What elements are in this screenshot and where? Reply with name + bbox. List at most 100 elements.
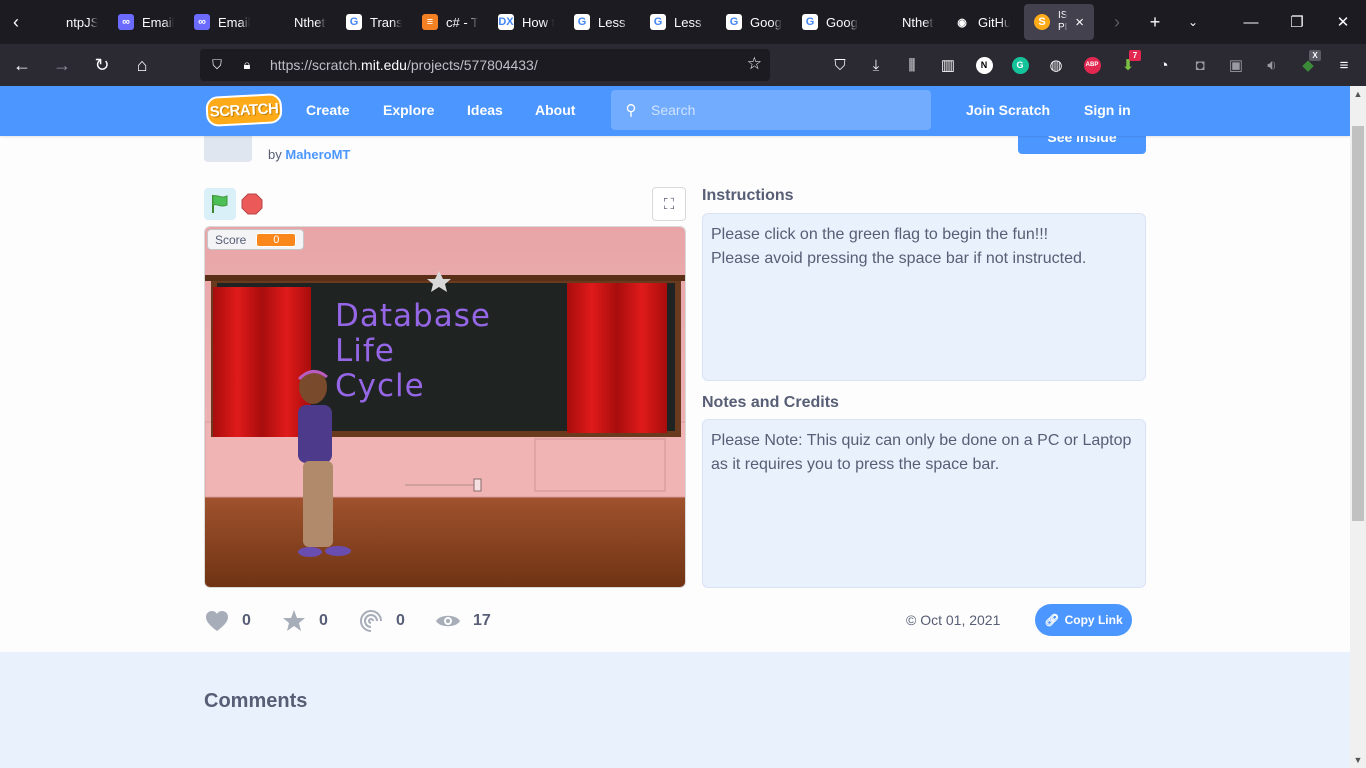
browser-tab[interactable]: Ntheteleło bbox=[868, 0, 944, 44]
join-scratch-link[interactable]: Join Scratch bbox=[966, 102, 1050, 118]
robot-extension-icon[interactable]: ◘ bbox=[1182, 44, 1218, 86]
nav-ideas[interactable]: Ideas bbox=[467, 102, 503, 118]
favorite-stat[interactable]: 0 bbox=[281, 608, 328, 634]
tab-favicon-icon: DX bbox=[498, 14, 514, 30]
url-text[interactable]: https://scratch.mit.edu/projects/5778044… bbox=[270, 57, 538, 73]
downloads-icon[interactable]: ⤓ bbox=[858, 44, 894, 86]
back-icon[interactable]: ← bbox=[4, 49, 40, 81]
browser-tab[interactable]: Ntheteleło bbox=[260, 0, 336, 44]
instructions-line: Please avoid pressing the space bar if n… bbox=[711, 250, 1087, 267]
browser-tab[interactable]: ∞ Email bbox=[108, 0, 184, 44]
download-helper-icon[interactable]: ⬇ 7 bbox=[1110, 44, 1146, 86]
reader-sidebar-icon[interactable]: ▥ bbox=[930, 44, 966, 86]
edge-icon[interactable]: ◔ bbox=[1146, 44, 1182, 86]
search-icon: ⚲ bbox=[625, 102, 637, 119]
extension-badge-grey: X bbox=[1309, 50, 1321, 61]
browser-tab[interactable]: DX How t bbox=[488, 0, 564, 44]
green-flag-button[interactable] bbox=[204, 188, 236, 220]
extension-badge-red: 7 bbox=[1129, 50, 1141, 61]
scrollbar-thumb[interactable] bbox=[1352, 126, 1364, 521]
tab-title: Email bbox=[218, 14, 250, 30]
shield-icon[interactable]: ⛉ bbox=[204, 49, 230, 81]
reload-icon[interactable]: ↻ bbox=[84, 49, 120, 81]
nav-about[interactable]: About bbox=[535, 102, 575, 118]
scratch-logo[interactable]: SCRATCH bbox=[205, 93, 283, 127]
bookmark-star-icon[interactable]: ☆ bbox=[747, 54, 762, 74]
tab-active[interactable]: S ISTIPLAY × bbox=[1024, 4, 1094, 40]
forward-icon[interactable]: → bbox=[44, 49, 80, 81]
browser-navbar: ← → ↻ ⌂ ⛉ 🔒︎ https://scratch.mit.edu/pro… bbox=[0, 44, 1366, 86]
tab-favicon-icon bbox=[270, 14, 286, 30]
sign-in-link[interactable]: Sign in bbox=[1084, 102, 1131, 118]
love-stat[interactable]: 0 bbox=[204, 608, 251, 634]
browser-tab[interactable]: G Less s bbox=[640, 0, 716, 44]
volume-icon[interactable]: 🔉︎ bbox=[1254, 44, 1290, 86]
list-all-tabs-icon[interactable]: ⌄ bbox=[1174, 0, 1212, 44]
tab-close-icon[interactable]: × bbox=[1075, 14, 1084, 31]
grammarly-icon[interactable]: G bbox=[1002, 44, 1038, 86]
stop-button[interactable] bbox=[240, 192, 264, 216]
extension-n-icon[interactable]: N bbox=[966, 44, 1002, 86]
notes-title: Notes and Credits bbox=[702, 394, 839, 411]
lock-icon[interactable]: 🔒︎ bbox=[234, 49, 260, 81]
url-domain: mit.edu bbox=[361, 57, 407, 73]
tab-scroll-right-icon[interactable]: › bbox=[1098, 0, 1136, 44]
views-stat: 17 bbox=[435, 608, 491, 634]
by-label: by bbox=[268, 147, 282, 162]
library-icon[interactable]: ⫼ bbox=[894, 44, 930, 86]
url-bar[interactable]: ⛉ 🔒︎ https://scratch.mit.edu/projects/57… bbox=[200, 49, 770, 81]
active-tab-title: ISTI bbox=[1058, 10, 1068, 21]
adblock-icon[interactable]: ABP bbox=[1074, 44, 1110, 86]
board-line: Life bbox=[335, 333, 395, 369]
link-icon: 🔗︎ bbox=[1044, 613, 1060, 627]
restore-icon[interactable]: ❐ bbox=[1274, 0, 1320, 44]
fullscreen-button[interactable]: ⛶ bbox=[652, 187, 686, 221]
tab-title: Googl bbox=[826, 14, 858, 30]
url-path: /projects/577804433/ bbox=[406, 57, 538, 73]
browser-tab[interactable]: G Less s bbox=[564, 0, 640, 44]
tab-favicon-icon: G bbox=[574, 14, 590, 30]
home-icon[interactable]: ⌂ bbox=[124, 49, 160, 81]
scroll-up-icon[interactable]: ▲ bbox=[1350, 86, 1366, 102]
close-window-icon[interactable]: ✕ bbox=[1320, 0, 1366, 44]
search-input[interactable]: ⚲ Search bbox=[611, 90, 931, 130]
notes-text: Please Note: This quiz can only be done … bbox=[711, 432, 1132, 473]
author-link[interactable]: MaheroMT bbox=[285, 147, 350, 162]
remix-count: 0 bbox=[396, 612, 405, 629]
minimize-icon[interactable]: — bbox=[1228, 0, 1274, 44]
tab-favicon-icon: ≡ bbox=[422, 14, 438, 30]
browser-tab[interactable]: G Googl bbox=[792, 0, 868, 44]
scratch-favicon-icon: S bbox=[1034, 14, 1050, 30]
browser-tab[interactable]: ntpJS.co bbox=[32, 0, 108, 44]
instructions-title: Instructions bbox=[702, 187, 794, 204]
page-scrollbar[interactable]: ▲ ▼ bbox=[1350, 86, 1366, 768]
nav-create[interactable]: Create bbox=[306, 102, 350, 118]
browser-tab[interactable]: ∞ Email bbox=[184, 0, 260, 44]
new-tab-icon[interactable]: + bbox=[1136, 0, 1174, 44]
screenshot-icon[interactable]: ▣ bbox=[1218, 44, 1254, 86]
pocket-icon[interactable]: ⛉ bbox=[822, 44, 858, 86]
score-label: Score bbox=[215, 232, 247, 247]
project-stage[interactable]: Score 0 Database Life Cycle bbox=[204, 226, 686, 588]
tab-favicon-icon: ◉ bbox=[954, 14, 970, 30]
grammarly-letter: G bbox=[1011, 56, 1029, 74]
green-flag-icon bbox=[212, 195, 228, 213]
browser-tab[interactable]: ◉ GitHu bbox=[944, 0, 1020, 44]
share-date: © Oct 01, 2021 bbox=[906, 612, 1000, 628]
nav-explore[interactable]: Explore bbox=[383, 102, 434, 118]
browser-tab[interactable]: G Transa bbox=[336, 0, 412, 44]
tab-scroll-left-icon[interactable]: ‹ bbox=[0, 0, 32, 44]
copy-link-button[interactable]: 🔗︎ Copy Link bbox=[1035, 604, 1132, 636]
project-byline: by MaheroMT bbox=[268, 147, 350, 162]
tab-list: ntpJS.co ∞ Email ∞ Email Ntheteleło G Transa ≡ c#… bbox=[32, 0, 1020, 44]
stage-backdrop bbox=[205, 227, 685, 587]
fullscreen-icon: ⛶ bbox=[663, 195, 675, 213]
scroll-down-icon[interactable]: ▼ bbox=[1350, 752, 1366, 768]
eye-icon bbox=[435, 608, 461, 634]
globe-icon[interactable]: ◍ bbox=[1038, 44, 1074, 86]
tab-favicon-icon: ∞ bbox=[118, 14, 134, 30]
browser-tab[interactable]: ≡ c# - Tr bbox=[412, 0, 488, 44]
extension-green-icon[interactable]: ◆ X bbox=[1290, 44, 1326, 86]
menu-icon[interactable]: ≡ bbox=[1326, 44, 1362, 86]
browser-tab[interactable]: G Googl bbox=[716, 0, 792, 44]
